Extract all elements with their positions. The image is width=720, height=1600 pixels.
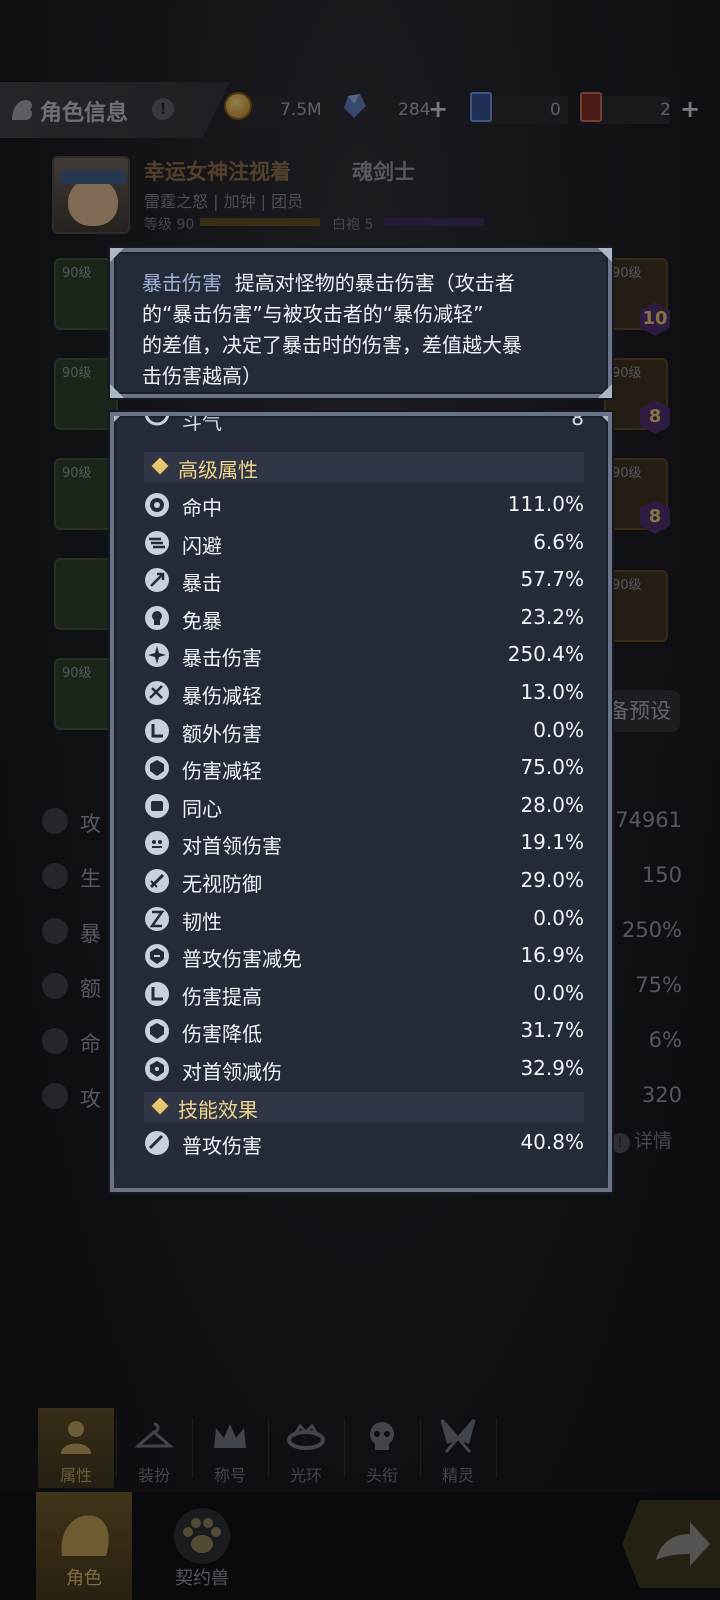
stat-row[interactable]: 伤害提高 0.0% — [144, 977, 584, 1013]
stat-name: 对首领减伤 — [182, 1060, 282, 1084]
stat-value: 32.9% — [520, 1056, 584, 1080]
crit-damage-icon — [145, 643, 169, 668]
stat-row[interactable]: 额外伤害 0.0% — [144, 714, 584, 750]
stat-row[interactable]: 伤害减轻 75.0% — [144, 751, 584, 787]
stat-value: 0.0% — [533, 980, 584, 1005]
stat-row[interactable]: 韧性 0.0% — [144, 902, 584, 938]
attributes-scroll[interactable]: 斗气 8 高级属性 命中 111.0% 闪避 6.6% 暴击 57.7% 免暴 23.2% 暴击… — [144, 416, 584, 1176]
target-icon — [145, 493, 169, 517]
stat-value: 250.4% — [507, 642, 584, 667]
stat-name: 免暴 — [182, 608, 222, 633]
crit-icon — [145, 568, 169, 593]
stat-row[interactable]: 伤害降低 31.7% — [144, 1014, 584, 1050]
crit-damage-reduce-icon — [145, 681, 169, 705]
stat-value: 19.1% — [520, 830, 584, 855]
stat-name: 额外伤害 — [182, 721, 262, 746]
normal-attack-reduce-icon — [145, 944, 169, 969]
stat-value: 28.0% — [520, 792, 584, 817]
stat-row[interactable]: 命中 111.0% — [144, 488, 584, 524]
stat-row[interactable]: 闪避 6.6% — [144, 526, 584, 562]
stat-row[interactable]: 无视防御 29.0% — [144, 864, 584, 900]
fighting-spirit-icon — [144, 416, 170, 426]
dodge-icon — [145, 530, 169, 555]
section-advanced: 高级属性 — [144, 452, 584, 482]
stat-value: 0.0% — [533, 905, 584, 930]
stat-row[interactable]: 同心 28.0% — [144, 789, 584, 825]
stat-name: 无视防御 — [182, 872, 262, 896]
stat-name: 伤害降低 — [182, 1022, 262, 1047]
ignore-defense-icon — [145, 869, 169, 893]
stat-name: 暴击伤害 — [182, 646, 262, 671]
stat-value: 0.0% — [533, 717, 584, 742]
stat-name: 暴伤减轻 — [182, 684, 262, 708]
damage-reduce-icon — [145, 756, 169, 781]
unity-icon — [145, 793, 169, 818]
crit-resist-icon — [145, 605, 169, 630]
stat-name: 对首领伤害 — [182, 834, 282, 859]
boss-damage-icon — [145, 831, 169, 856]
stat-name: 闪避 — [182, 533, 222, 558]
stat-row-partial-bottom: 普攻伤害 40.8% — [144, 1126, 584, 1162]
stat-row[interactable]: 暴伤减轻 13.0% — [144, 676, 584, 712]
stat-value: 13.0% — [520, 680, 584, 704]
stat-row[interactable]: 暴击 57.7% — [144, 563, 584, 599]
stat-value: 29.0% — [520, 868, 584, 892]
stat-value: 31.7% — [520, 1018, 584, 1043]
stat-name: 伤害减轻 — [182, 759, 262, 784]
stat-row[interactable]: 普攻伤害减免 16.9% — [144, 939, 584, 975]
stat-value: 23.2% — [520, 604, 584, 629]
stat-row-partial-top: 斗气 8 — [144, 416, 584, 434]
stat-name: 命中 — [182, 496, 222, 520]
stat-row[interactable]: 对首领减伤 32.9% — [144, 1052, 584, 1088]
stat-name: 暴击 — [182, 571, 222, 596]
tooltip-keyword: 暴击伤害 — [142, 271, 222, 295]
stat-name: 同心 — [182, 796, 222, 821]
diamond-icon — [151, 457, 169, 475]
stat-value: 75.0% — [520, 755, 584, 780]
stat-name: 普攻伤害减免 — [182, 947, 302, 972]
stat-row[interactable]: 免暴 23.2% — [144, 601, 584, 637]
extra-damage-icon — [145, 718, 169, 743]
damage-increase-icon — [145, 981, 169, 1006]
section-skill: 技能效果 — [144, 1091, 584, 1122]
stat-name: 伤害提高 — [182, 984, 262, 1009]
attributes-panel[interactable]: 斗气 8 高级属性 命中 111.0% 闪避 6.6% 暴击 57.7% 免暴 23.2% 暴击… — [110, 412, 612, 1192]
boss-reduce-icon — [145, 1057, 169, 1081]
damage-lower-icon — [145, 1019, 169, 1044]
stat-value: 111.0% — [507, 492, 584, 516]
stat-value: 6.6% — [533, 529, 584, 554]
stat-name: 韧性 — [182, 909, 222, 934]
stat-row[interactable]: 暴击伤害 250.4% — [144, 638, 584, 674]
stat-value: 57.7% — [520, 567, 584, 592]
stat-tooltip: 暴击伤害 提高对怪物的暴击伤害（攻击者 的“暴击伤害”与被攻击者的“暴伤减轻” … — [110, 248, 612, 398]
normal-attack-icon — [145, 1130, 169, 1155]
stat-value: 16.9% — [520, 943, 584, 968]
tooltip-description: 暴击伤害 提高对怪物的暴击伤害（攻击者 的“暴击伤害”与被攻击者的“暴伤减轻” … — [142, 271, 522, 388]
diamond-icon — [151, 1097, 169, 1115]
toughness-icon — [145, 906, 169, 931]
stat-row[interactable]: 对首领伤害 19.1% — [144, 826, 584, 862]
